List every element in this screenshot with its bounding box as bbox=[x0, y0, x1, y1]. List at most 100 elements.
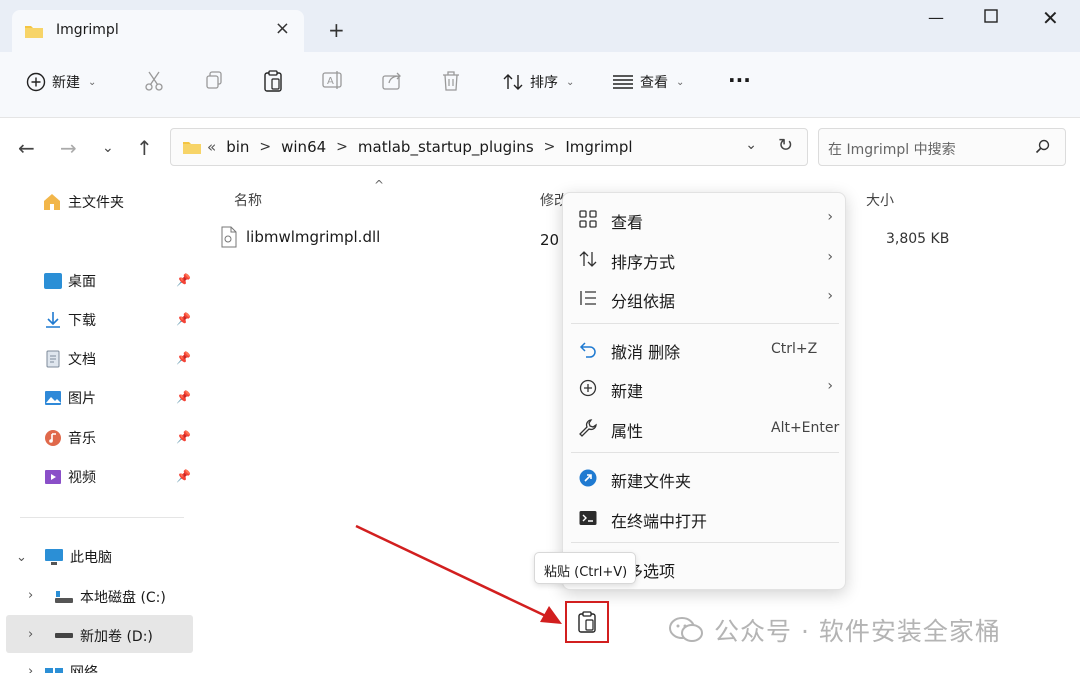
folder-icon bbox=[24, 23, 44, 43]
menu-separator bbox=[571, 452, 839, 453]
sidebar-item-drive-c[interactable]: 本地磁盘 (C:) bbox=[54, 587, 166, 607]
column-header-size[interactable]: 大小 bbox=[866, 190, 894, 210]
navigation-pane: 主文件夹 桌面 📌 下载 📌 文档 📌 图片 📌 音乐 📌 视频 📌 ⌄ 此电脑… bbox=[0, 178, 200, 673]
menu-item-properties[interactable]: 属性 Alt+Enter bbox=[563, 410, 847, 446]
sidebar-item-this-pc[interactable]: 此电脑 bbox=[44, 547, 112, 567]
view-label: 查看 bbox=[640, 75, 668, 91]
chevron-right-icon: › bbox=[827, 209, 833, 225]
chevron-down-icon: ⌄ bbox=[88, 76, 97, 88]
sidebar-item-drive-d[interactable]: 新加卷 (D:) bbox=[54, 626, 153, 646]
sidebar-item-label: 此电脑 bbox=[70, 550, 112, 566]
table-row[interactable]: libmwlmgrimpl.dll bbox=[220, 226, 380, 248]
paste-icon bbox=[578, 611, 596, 633]
sidebar-item-desktop[interactable]: 桌面 bbox=[44, 271, 96, 291]
view-button[interactable]: 查看 ⌄ bbox=[612, 72, 684, 92]
breadcrumb-item[interactable]: bin bbox=[226, 138, 249, 156]
back-icon[interactable]: ← bbox=[18, 136, 35, 160]
recent-locations-icon[interactable]: ⌄ bbox=[102, 140, 114, 156]
chevron-right-icon: › bbox=[827, 249, 833, 265]
sort-icon bbox=[579, 251, 597, 267]
plus-circle-icon bbox=[579, 379, 597, 397]
sort-button[interactable]: 排序 ⌄ bbox=[502, 72, 574, 92]
breadcrumb-separator[interactable]: > bbox=[544, 139, 556, 155]
menu-separator bbox=[571, 323, 839, 324]
close-tab-icon[interactable]: × bbox=[275, 18, 290, 39]
breadcrumb-separator[interactable]: > bbox=[336, 139, 348, 155]
sidebar-item-network[interactable]: 网络 bbox=[44, 662, 98, 673]
menu-item-sort-by[interactable]: 排序方式 › bbox=[563, 241, 847, 277]
undo-icon bbox=[579, 342, 596, 358]
breadcrumb-item[interactable]: win64 bbox=[281, 138, 326, 156]
menu-item-group-by[interactable]: 分组依据 › bbox=[563, 280, 847, 316]
menu-item-open-terminal[interactable]: 在终端中打开 bbox=[563, 500, 847, 536]
sidebar-item-home[interactable]: 主文件夹 bbox=[42, 192, 124, 212]
sidebar-item-videos[interactable]: 视频 bbox=[44, 467, 96, 487]
divider bbox=[20, 517, 184, 518]
menu-item-view[interactable]: 查看 › bbox=[563, 201, 847, 237]
wrench-icon bbox=[579, 419, 597, 437]
paste-button[interactable] bbox=[565, 601, 609, 643]
dll-file-icon bbox=[221, 226, 237, 248]
sidebar-item-label: 主文件夹 bbox=[68, 195, 124, 211]
delete-icon[interactable] bbox=[441, 70, 461, 96]
chevron-right-icon[interactable]: › bbox=[28, 664, 33, 673]
menu-item-new-folder[interactable]: 新建文件夹 bbox=[563, 460, 847, 496]
tab-title: Imgrimpl bbox=[56, 22, 119, 38]
chevron-right-icon[interactable]: › bbox=[28, 627, 33, 642]
breadcrumb-overflow[interactable]: « bbox=[207, 138, 216, 156]
breadcrumb-item[interactable]: matlab_startup_plugins bbox=[358, 138, 534, 156]
rename-icon[interactable]: A bbox=[322, 70, 344, 94]
network-icon bbox=[45, 668, 63, 673]
sidebar-item-label: 本地磁盘 (C:) bbox=[80, 590, 166, 606]
new-tab-button[interactable]: + bbox=[328, 18, 345, 42]
up-icon[interactable]: ↑ bbox=[136, 136, 153, 160]
sidebar-item-label: 视频 bbox=[68, 470, 96, 486]
share-icon[interactable] bbox=[382, 70, 404, 94]
search-input[interactable]: 在 Imgrimpl 中搜索 bbox=[818, 128, 1066, 166]
sidebar-item-pictures[interactable]: 图片 bbox=[44, 388, 96, 408]
title-bar: Imgrimpl × + — ✕ bbox=[0, 0, 1080, 52]
maximize-icon[interactable] bbox=[984, 8, 998, 27]
close-window-icon[interactable]: ✕ bbox=[1042, 6, 1059, 30]
new-button[interactable]: 新建 ⌄ bbox=[26, 72, 96, 92]
breadcrumb-separator[interactable]: > bbox=[259, 139, 271, 155]
sidebar-item-documents[interactable]: 文档 bbox=[44, 349, 96, 369]
chevron-right-icon[interactable]: › bbox=[28, 588, 33, 603]
refresh-icon[interactable]: ↻ bbox=[778, 135, 793, 156]
cut-icon[interactable] bbox=[144, 70, 164, 96]
sidebar-item-label: 文档 bbox=[68, 352, 96, 368]
desktop-icon bbox=[44, 273, 62, 289]
breadcrumb-item[interactable]: Imgrimpl bbox=[565, 138, 632, 156]
pin-icon[interactable]: 📌 bbox=[176, 312, 191, 326]
file-name: libmwlmgrimpl.dll bbox=[246, 228, 381, 246]
menu-item-undo-delete[interactable]: 撤消 删除 Ctrl+Z bbox=[563, 331, 847, 367]
copy-icon[interactable] bbox=[204, 70, 224, 94]
plus-circle-icon bbox=[26, 72, 46, 92]
terminal-icon bbox=[579, 511, 597, 525]
more-button[interactable]: ··· bbox=[728, 68, 751, 92]
forward-icon[interactable]: → bbox=[60, 136, 77, 160]
home-icon bbox=[44, 194, 60, 210]
menu-item-label: 查看 bbox=[611, 213, 644, 232]
pin-icon[interactable]: 📌 bbox=[176, 430, 191, 444]
menu-item-new[interactable]: 新建 › bbox=[563, 370, 847, 406]
sidebar-item-label: 新加卷 (D:) bbox=[80, 629, 153, 645]
pin-icon[interactable]: 📌 bbox=[176, 351, 191, 365]
annotation-arrow bbox=[355, 524, 562, 624]
tab-imgrimpl[interactable]: Imgrimpl × bbox=[12, 10, 304, 52]
search-placeholder: 在 Imgrimpl 中搜索 bbox=[828, 142, 956, 158]
chevron-down-icon[interactable]: ⌄ bbox=[16, 550, 27, 565]
menu-separator bbox=[571, 542, 839, 543]
minimize-icon[interactable]: — bbox=[928, 8, 944, 27]
column-header-name[interactable]: 名称 bbox=[234, 190, 262, 210]
watermark: 公众号 · 软件安装全家桶 bbox=[668, 612, 1001, 648]
chevron-down-icon[interactable]: ⌄ bbox=[745, 137, 757, 153]
paste-icon[interactable] bbox=[263, 70, 283, 96]
address-box[interactable]: « bin > win64 > matlab_startup_plugins >… bbox=[170, 128, 808, 166]
pin-icon[interactable]: 📌 bbox=[176, 469, 191, 483]
chevron-right-icon: › bbox=[827, 288, 833, 304]
pin-icon[interactable]: 📌 bbox=[176, 390, 191, 404]
sidebar-item-music[interactable]: 音乐 bbox=[44, 428, 96, 448]
pin-icon[interactable]: 📌 bbox=[176, 273, 191, 287]
sidebar-item-downloads[interactable]: 下载 bbox=[44, 310, 96, 330]
